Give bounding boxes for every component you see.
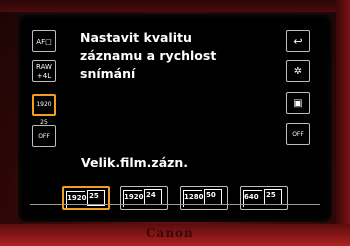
movie-size-label: 1920 25	[36, 101, 52, 126]
movie-servo-icon[interactable]: OFF	[32, 125, 56, 147]
image-quality-label: RAW +4L	[36, 63, 52, 80]
size-option-res: 1920	[67, 194, 87, 202]
size-option-res: 1920	[124, 193, 144, 201]
menu-description: Nastavit kvalitu záznamu a rychlost sním…	[80, 29, 280, 83]
menu-description-line1: Nastavit kvalitu	[80, 30, 192, 45]
white-balance-icon[interactable]: ✲	[286, 60, 310, 82]
brand-logo: Canon	[146, 226, 194, 240]
size-option-fps: 25	[89, 192, 99, 200]
size-option-1920-24[interactable]: 1920 24	[120, 186, 168, 210]
menu-description-line3: snímání	[80, 66, 136, 81]
size-option-res: 1280	[184, 193, 204, 201]
image-quality-icon[interactable]: RAW +4L	[32, 60, 56, 82]
size-option-640-25[interactable]: 640 25	[240, 186, 288, 210]
af-mode-label: AF□	[36, 38, 52, 46]
movie-size-label-heading: Velik.film.zázn.	[81, 155, 189, 170]
size-option-1280-50[interactable]: 1280 50	[180, 186, 228, 210]
size-option-res: 640	[244, 193, 259, 201]
af-mode-icon[interactable]: AF□	[32, 30, 56, 52]
return-icon[interactable]: ↩	[286, 30, 310, 52]
movie-servo-label: OFF	[38, 133, 50, 140]
menu-description-line2: záznamu a rychlost	[80, 48, 217, 63]
movie-size-icon[interactable]: 1920 25	[32, 94, 56, 126]
divider	[30, 204, 320, 205]
size-option-fps: 25	[266, 191, 276, 199]
size-option-1920-25[interactable]: 1920 25	[62, 186, 110, 210]
digital-zoom-label: OFF	[292, 131, 304, 138]
return-label: ↩	[293, 35, 303, 48]
camera-right-edge	[336, 0, 350, 246]
camera-top-edge	[0, 0, 350, 12]
white-balance-label: ✲	[293, 66, 303, 77]
lcd-screen: AF□ RAW +4L 1920 25 OFF ↩ ✲ ▣ OFF Nastav…	[18, 14, 332, 222]
size-option-fps: 50	[206, 191, 216, 199]
digital-zoom-icon[interactable]: OFF	[286, 123, 310, 145]
metering-label: ▣	[293, 98, 303, 109]
metering-icon[interactable]: ▣	[286, 92, 310, 114]
size-option-fps: 24	[146, 191, 156, 199]
